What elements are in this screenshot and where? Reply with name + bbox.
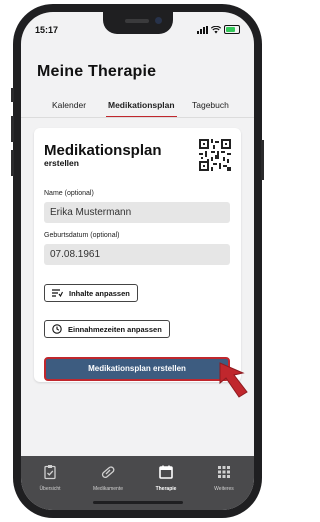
home-indicator (93, 501, 183, 504)
tabs-divider (21, 117, 254, 118)
filter-list-icon (52, 289, 63, 297)
volume-down-button (11, 150, 14, 176)
volume-up-button (11, 116, 14, 142)
status-time: 15:17 (35, 25, 59, 35)
pill-icon (101, 466, 115, 479)
name-label: Name (optional) (44, 190, 94, 197)
signal-icon (197, 25, 208, 34)
intake-times-label: Einnahmezeiten anpassen (68, 324, 162, 334)
nav-medikamente-label: Medikamente (92, 486, 123, 492)
tab-bar: Kalender Medikationsplan Tagebuch (21, 100, 254, 122)
nav-therapie[interactable]: Therapie (137, 464, 195, 492)
dob-label: Geburtsdatum (optional) (44, 232, 120, 239)
phone-screen: 15:17 Meine Therapie Kalender Medikation… (21, 12, 254, 510)
nav-weiteres-label: Weiteres (214, 486, 234, 492)
create-plan-button[interactable]: Medikationsplan erstellen (44, 357, 230, 381)
nav-weiteres[interactable]: Weiteres (195, 464, 253, 492)
tab-tagebuch[interactable]: Tagebuch (192, 100, 229, 110)
tab-medikationsplan[interactable]: Medikationsplan (108, 100, 175, 110)
clipboard-icon (44, 465, 56, 480)
customize-content-button[interactable]: Inhalte anpassen (44, 284, 138, 302)
grid-icon (218, 466, 230, 478)
nav-therapie-label: Therapie (155, 486, 177, 492)
power-button (261, 140, 264, 180)
nav-medikamente[interactable]: Medikamente (79, 464, 137, 492)
pointer-arrow-icon (219, 362, 248, 398)
medication-plan-card: Medikationsplan erstellen Name (optional… (34, 128, 241, 382)
nav-uebersicht-label: Übersicht (39, 486, 61, 492)
clock-icon (52, 324, 62, 334)
battery-icon (224, 25, 240, 34)
bottom-navigation: Übersicht Medikamente Therapie Weiteres (21, 456, 254, 510)
nav-uebersicht[interactable]: Übersicht (21, 464, 79, 492)
calendar-icon (159, 465, 173, 479)
wifi-icon (211, 25, 221, 33)
status-bar: 15:17 (21, 25, 254, 41)
qr-code-icon (199, 139, 231, 171)
customize-content-label: Inhalte anpassen (69, 288, 130, 298)
name-field[interactable]: Erika Mustermann (44, 202, 230, 223)
page-title: Meine Therapie (37, 63, 157, 80)
dob-field[interactable]: 07.08.1961 (44, 244, 230, 265)
mute-switch (11, 88, 14, 102)
card-title: Medikationsplan (44, 142, 162, 159)
intake-times-button[interactable]: Einnahmezeiten anpassen (44, 320, 170, 338)
card-subtitle: erstellen (44, 158, 79, 168)
tab-kalender[interactable]: Kalender (52, 100, 86, 110)
